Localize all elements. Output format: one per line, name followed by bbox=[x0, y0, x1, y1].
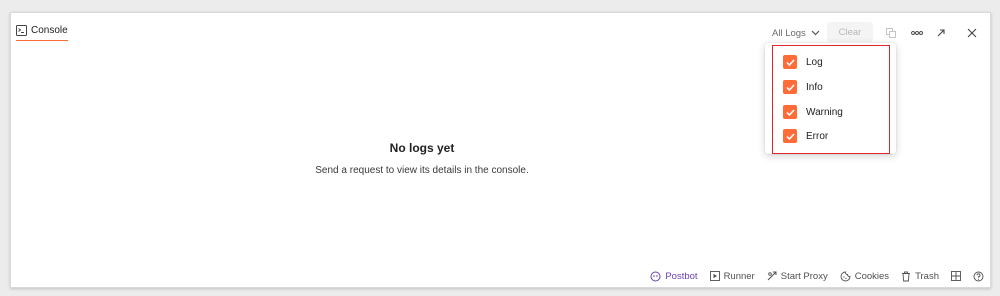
filter-option-log[interactable]: Log bbox=[783, 54, 823, 70]
proxy-icon bbox=[767, 271, 777, 281]
checkbox-checked-icon[interactable] bbox=[783, 129, 797, 143]
postbot-label: Postbot bbox=[665, 270, 698, 282]
status-bar: Postbot Runner Start Proxy Cookies Trash bbox=[650, 269, 984, 283]
empty-state-subtitle: Send a request to view its details in th… bbox=[315, 165, 529, 176]
filter-option-info[interactable]: Info bbox=[783, 79, 823, 95]
chevron-down-icon bbox=[811, 28, 820, 39]
clear-label: Clear bbox=[838, 26, 862, 38]
layout-icon[interactable] bbox=[951, 271, 961, 281]
filter-option-error[interactable]: Error bbox=[783, 128, 828, 144]
filter-option-label: Info bbox=[806, 81, 823, 93]
cookies-label: Cookies bbox=[854, 270, 890, 282]
runner-label: Runner bbox=[723, 270, 755, 282]
close-icon[interactable] bbox=[964, 25, 980, 41]
log-filter-label: All Logs bbox=[772, 27, 806, 39]
help-icon[interactable] bbox=[973, 271, 984, 282]
tab-console[interactable]: Console bbox=[16, 23, 68, 41]
cookie-icon bbox=[840, 271, 851, 282]
filter-option-label: Log bbox=[806, 56, 823, 68]
checkbox-checked-icon[interactable] bbox=[783, 55, 797, 69]
tab-label: Console bbox=[31, 24, 68, 36]
filter-option-label: Error bbox=[806, 130, 829, 142]
trash-button[interactable]: Trash bbox=[901, 271, 939, 282]
trash-icon bbox=[901, 271, 911, 282]
expand-icon[interactable] bbox=[933, 25, 949, 41]
postbot-icon bbox=[650, 271, 661, 282]
postbot-button[interactable]: Postbot bbox=[650, 270, 698, 282]
empty-state-title: No logs yet bbox=[389, 141, 455, 155]
proxy-label: Start Proxy bbox=[780, 270, 828, 282]
console-window: Console All Logs Clear No logs yet Send … bbox=[10, 12, 991, 288]
copy-icon[interactable] bbox=[883, 25, 899, 41]
start-proxy-button[interactable]: Start Proxy bbox=[767, 271, 828, 282]
clear-button[interactable]: Clear bbox=[827, 22, 873, 42]
trash-label: Trash bbox=[915, 270, 939, 282]
checkbox-checked-icon[interactable] bbox=[783, 80, 797, 94]
filter-option-label: Warning bbox=[806, 106, 843, 118]
terminal-icon bbox=[16, 24, 27, 36]
runner-button[interactable]: Runner bbox=[709, 270, 755, 282]
log-filter-dropdown[interactable]: All Logs bbox=[772, 26, 820, 40]
log-filter-menu: Log Info Warning Error bbox=[765, 43, 896, 154]
more-icon[interactable] bbox=[909, 25, 925, 41]
cookies-button[interactable]: Cookies bbox=[840, 271, 889, 282]
checkbox-checked-icon[interactable] bbox=[783, 105, 797, 119]
filter-option-warning[interactable]: Warning bbox=[783, 104, 843, 120]
play-icon bbox=[709, 271, 720, 281]
